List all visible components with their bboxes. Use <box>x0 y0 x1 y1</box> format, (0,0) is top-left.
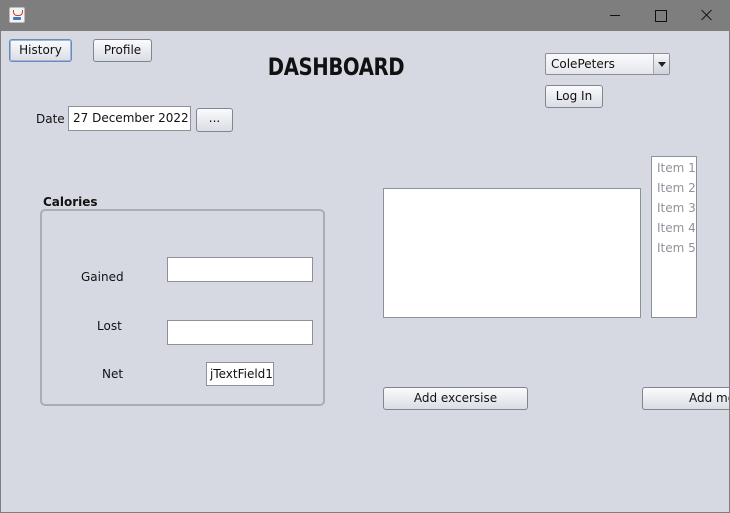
profile-button[interactable]: Profile <box>93 39 152 62</box>
gained-field[interactable] <box>167 257 313 282</box>
list-item[interactable]: Item 5 <box>657 241 696 255</box>
calories-panel <box>40 209 325 406</box>
user-select[interactable]: ColePeters <box>545 53 670 75</box>
calories-heading: Calories <box>43 195 98 209</box>
close-icon[interactable] <box>683 0 729 31</box>
history-button[interactable]: History <box>9 39 72 62</box>
notes-text-area[interactable] <box>383 188 641 318</box>
date-picker-button[interactable]: ... <box>196 108 233 132</box>
activity-list[interactable]: Item 1 Item 2 Item 3 Item 4 Item 5 <box>651 156 697 318</box>
user-select-value: ColePeters <box>551 57 615 71</box>
net-field[interactable]: jTextField1 <box>206 362 274 386</box>
list-item[interactable]: Item 1 <box>657 161 696 175</box>
gained-label: Gained <box>81 270 124 284</box>
date-label: Date <box>36 112 65 126</box>
minimize-icon[interactable] <box>592 0 638 31</box>
login-button[interactable]: Log In <box>545 85 603 108</box>
java-app-icon <box>9 7 25 23</box>
list-item[interactable]: Item 2 <box>657 181 696 195</box>
add-meal-button[interactable]: Add me <box>642 387 729 410</box>
dashboard-window-content: History Profile DASHBOARD ColePeters Log… <box>1 31 729 512</box>
lost-label: Lost <box>97 319 122 333</box>
list-item[interactable]: Item 3 <box>657 201 696 215</box>
net-label: Net <box>102 367 124 381</box>
chevron-down-icon[interactable] <box>653 54 669 74</box>
date-field[interactable]: 27 December 2022 <box>68 106 191 131</box>
list-item[interactable]: Item 4 <box>657 221 696 235</box>
add-exercise-button[interactable]: Add excersise <box>383 387 528 410</box>
window-title-bar[interactable] <box>0 0 730 31</box>
page-title: DASHBOARD <box>267 53 405 81</box>
maximize-icon[interactable] <box>637 0 683 31</box>
lost-field[interactable] <box>167 320 313 345</box>
